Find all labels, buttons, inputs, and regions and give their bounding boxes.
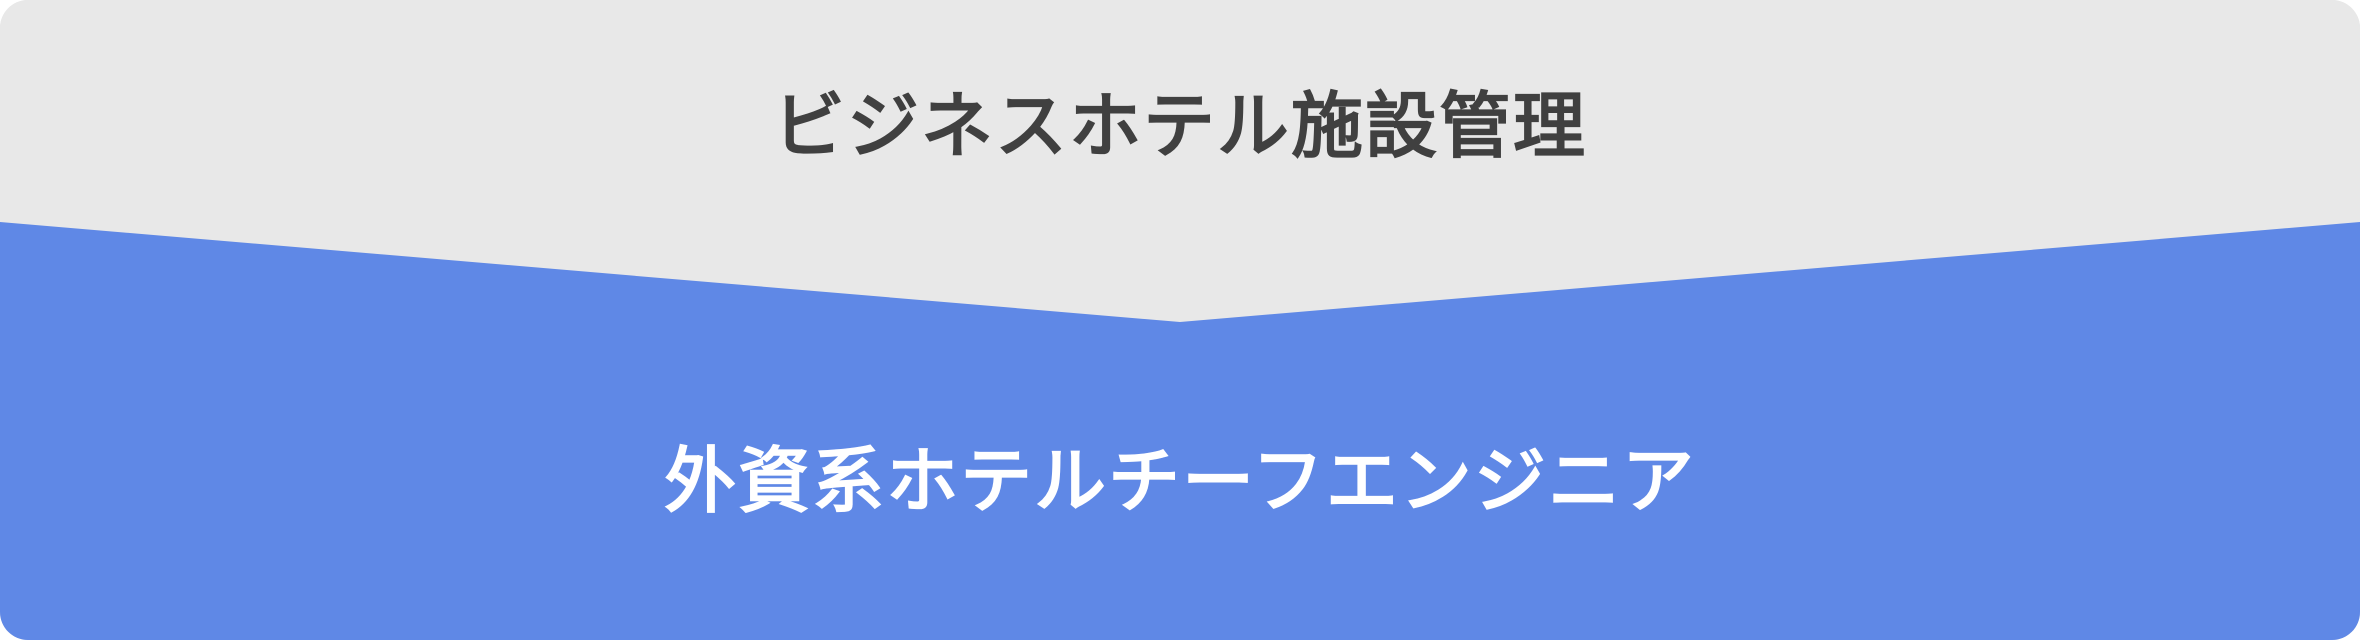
career-transition-card: ビジネスホテル施設管理 外資系ホテルチーフエンジニア [0,0,2360,640]
next-role-label: 外資系ホテルチーフエンジニア [664,439,1696,523]
previous-role-label: ビジネスホテル施設管理 [772,84,1587,168]
